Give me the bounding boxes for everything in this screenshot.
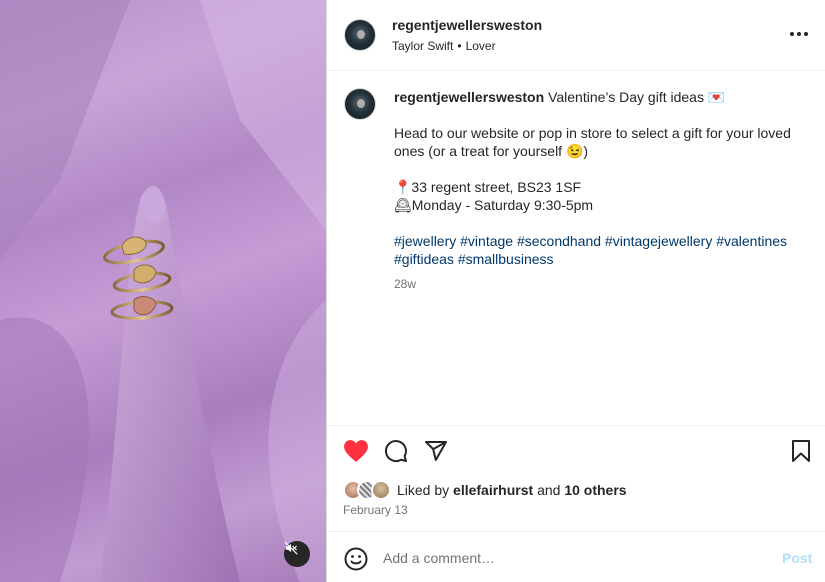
more-horizontal-icon: [790, 32, 808, 36]
caption-text: regentjewellersweston Valentine’s Day gi…: [394, 88, 804, 268]
mute-button[interactable]: [284, 541, 310, 567]
emoji-icon[interactable]: [344, 547, 368, 571]
caption-body: Head to our website or pop in store to s…: [394, 125, 791, 159]
comment-bar: Post: [327, 531, 825, 582]
bookmark-icon[interactable]: [789, 439, 813, 463]
post-details: regentjewellersweston Taylor Swift • Lover…: [327, 0, 825, 582]
username-link[interactable]: regentjewellersweston: [392, 17, 542, 33]
post-time[interactable]: 28w: [394, 277, 416, 291]
caption-headline: Valentine’s Day gift ideas 💌: [548, 89, 726, 105]
audio-title: Lover: [465, 39, 496, 53]
comment-icon[interactable]: [384, 439, 408, 463]
audio-separator: •: [457, 39, 462, 53]
comment-input[interactable]: [383, 547, 763, 569]
speaker-muted-icon: [284, 541, 298, 555]
likes-and: and: [537, 482, 561, 498]
liker-username[interactable]: ellefairhurst: [453, 482, 533, 498]
likes-prefix: Liked by: [397, 482, 450, 498]
caption-avatar[interactable]: [344, 88, 376, 120]
post-comment-button[interactable]: Post: [782, 550, 812, 566]
caption-hours: 🕰Monday - Saturday 9:30-5pm: [394, 197, 594, 213]
caption-username[interactable]: regentjewellersweston: [394, 89, 544, 105]
share-icon[interactable]: [424, 439, 448, 463]
post-viewer: regentjewellersweston Taylor Swift • Lover…: [0, 0, 825, 582]
avatar[interactable]: [344, 19, 376, 51]
more-options-button[interactable]: [789, 24, 809, 44]
likes-summary: Liked by ellefairhurst and 10 others: [343, 480, 627, 500]
post-date[interactable]: February 13: [343, 503, 408, 517]
actions-divider: [327, 425, 825, 426]
avatar: [371, 480, 391, 500]
media-image: [0, 0, 326, 582]
liker-avatars: [343, 480, 393, 500]
audio-artist: Taylor Swift: [392, 39, 454, 53]
audio-info[interactable]: Taylor Swift • Lover: [392, 39, 496, 53]
caption-hashtags[interactable]: #jewellery #vintage #secondhand #vintage…: [394, 232, 804, 268]
likes-others-link[interactable]: 10 others: [564, 482, 626, 498]
post-header: regentjewellersweston Taylor Swift • Lover: [327, 0, 825, 71]
heart-filled-icon[interactable]: [343, 439, 369, 463]
caption-address: 📍33 regent street, BS23 1SF: [394, 179, 582, 195]
post-media[interactable]: [0, 0, 326, 582]
